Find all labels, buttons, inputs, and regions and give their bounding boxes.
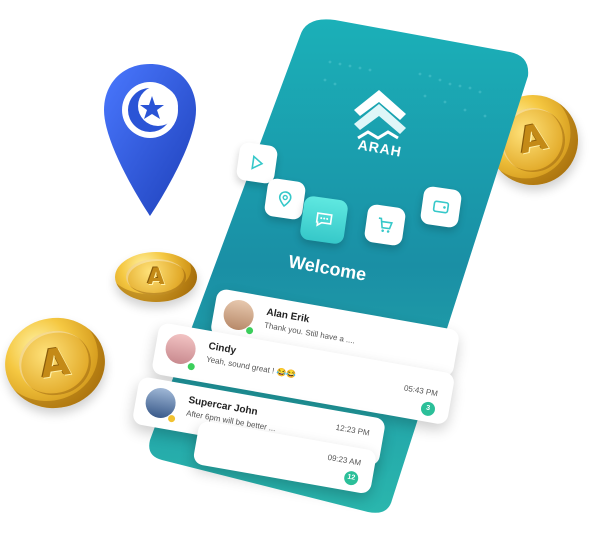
chat-time: 09:23 AM xyxy=(326,452,362,468)
location-icon xyxy=(278,191,292,208)
chat-time: 12:23 PM xyxy=(335,422,371,438)
location-button[interactable] xyxy=(263,177,307,221)
chat-button[interactable] xyxy=(299,195,349,245)
chat-message: Yeah, sound great ! 😂😂 xyxy=(205,354,297,380)
play-icon xyxy=(251,154,264,170)
unread-badge: 12 xyxy=(343,470,360,487)
play-button[interactable] xyxy=(235,141,279,185)
chat-time: 05:43 PM xyxy=(403,383,439,399)
status-dot xyxy=(186,361,197,372)
unread-badge: 3 xyxy=(419,400,437,417)
cart-icon xyxy=(378,217,393,233)
status-dot xyxy=(166,413,177,424)
cart-button[interactable] xyxy=(363,203,407,247)
wallet-button[interactable] xyxy=(419,185,463,229)
chat-icon xyxy=(315,212,333,227)
wallet-icon xyxy=(432,200,450,214)
avatar xyxy=(163,331,199,367)
chat-name: Cindy xyxy=(207,340,237,357)
status-dot xyxy=(244,325,255,336)
